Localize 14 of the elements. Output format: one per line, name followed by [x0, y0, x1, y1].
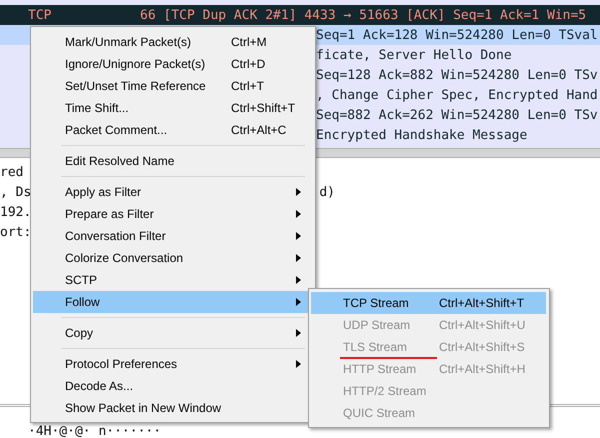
detail-text: ort:: [0, 224, 32, 240]
info-cell: 66 [TCP Dup ACK 2#1] 4433 → 51663 [ACK] Seq=1 Ack=1 Win=5: [140, 8, 586, 22]
hex-ascii-text: ·4H·@·@· n·······: [28, 424, 162, 438]
detail-text: red: [0, 164, 24, 180]
protocol-cell-text: TCP: [28, 8, 52, 22]
info-cell: Seq=882 Ack=262 Win=524280 Len=0 TSv: [316, 108, 598, 122]
info-cell: Encrypted Handshake Message: [316, 128, 528, 142]
info-cell: Seq=1 Ack=128 Win=524280 Len=0 TSval: [316, 28, 598, 42]
info-cell: Seq=128 Ack=882 Win=524280 Len=0 TSv: [316, 68, 598, 82]
detail-text: , Ds: [0, 184, 32, 200]
detail-text: 192.: [0, 204, 32, 220]
info-cell: ficate, Server Hello Done: [316, 48, 512, 62]
detail-text: d): [319, 184, 335, 200]
info-cell: , Change Cipher Spec, Encrypted Hand: [316, 88, 598, 102]
